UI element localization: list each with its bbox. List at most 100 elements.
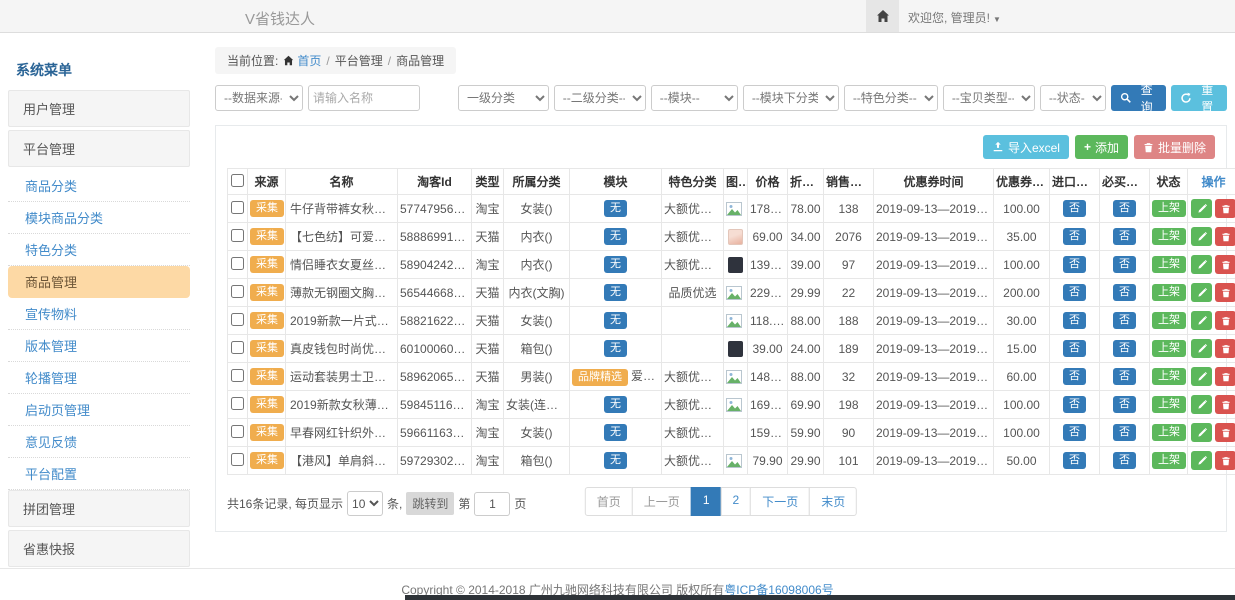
row-checkbox[interactable] — [231, 341, 244, 354]
delete-button[interactable] — [1215, 339, 1235, 358]
status-badge[interactable]: 上架 — [1152, 228, 1186, 245]
must-buy-badge[interactable]: 否 — [1113, 312, 1136, 329]
page-number-input[interactable] — [474, 492, 510, 516]
import-select-badge[interactable]: 否 — [1063, 396, 1086, 413]
status-badge[interactable]: 上架 — [1152, 396, 1186, 413]
filter-select-1[interactable]: 一级分类 — [458, 85, 549, 111]
must-buy-badge[interactable]: 否 — [1113, 396, 1136, 413]
edit-button[interactable] — [1191, 227, 1212, 246]
page-item-1[interactable]: 1 — [691, 487, 722, 516]
batch-delete-button[interactable]: 批量删除 — [1134, 135, 1215, 159]
row-checkbox[interactable] — [231, 313, 244, 326]
edit-button[interactable] — [1191, 395, 1212, 414]
page-item-末页[interactable]: 末页 — [809, 487, 857, 516]
row-checkbox[interactable] — [231, 201, 244, 214]
must-buy-badge[interactable]: 否 — [1113, 256, 1136, 273]
delete-button[interactable] — [1215, 199, 1235, 218]
sidebar-item-用户管理[interactable]: 用户管理 — [8, 90, 190, 127]
must-buy-badge[interactable]: 否 — [1113, 284, 1136, 301]
sidebar-item-商品管理[interactable]: 商品管理 — [8, 266, 190, 298]
module-badge[interactable]: 无 — [604, 284, 627, 301]
add-button[interactable]: + 添加 — [1075, 135, 1128, 159]
page-item-2[interactable]: 2 — [721, 487, 752, 516]
name-search-input[interactable] — [308, 85, 420, 111]
module-badge[interactable]: 无 — [604, 424, 627, 441]
filter-select-2[interactable]: --二级分类-- — [554, 85, 646, 111]
edit-button[interactable] — [1191, 339, 1212, 358]
filter-select-3[interactable]: --模块-- — [651, 85, 738, 111]
edit-button[interactable] — [1191, 311, 1212, 330]
must-buy-badge[interactable]: 否 — [1113, 200, 1136, 217]
row-checkbox[interactable] — [231, 397, 244, 410]
delete-button[interactable] — [1215, 227, 1235, 246]
module-badge[interactable]: 无 — [604, 452, 627, 469]
reset-button[interactable]: 重置 — [1171, 85, 1227, 111]
sidebar-item-模块商品分类[interactable]: 模块商品分类 — [8, 202, 190, 234]
delete-button[interactable] — [1215, 395, 1235, 414]
per-page-select[interactable]: 10 — [347, 491, 383, 516]
sidebar-item-版本管理[interactable]: 版本管理 — [8, 330, 190, 362]
import-select-badge[interactable]: 否 — [1063, 284, 1086, 301]
import-select-badge[interactable]: 否 — [1063, 340, 1086, 357]
edit-button[interactable] — [1191, 283, 1212, 302]
delete-button[interactable] — [1215, 255, 1235, 274]
module-badge[interactable]: 无 — [604, 228, 627, 245]
must-buy-badge[interactable]: 否 — [1113, 228, 1136, 245]
filter-select-5[interactable]: --特色分类-- — [844, 85, 938, 111]
import-select-badge[interactable]: 否 — [1063, 228, 1086, 245]
import-excel-button[interactable]: 导入excel — [983, 135, 1069, 159]
must-buy-badge[interactable]: 否 — [1113, 368, 1136, 385]
breadcrumb-home-link[interactable]: 首页 — [283, 52, 321, 69]
delete-button[interactable] — [1215, 311, 1235, 330]
sidebar-item-特色分类[interactable]: 特色分类 — [8, 234, 190, 266]
jump-button[interactable]: 跳转到 — [406, 492, 454, 515]
user-menu[interactable]: 欢迎您, 管理员!▼ — [908, 9, 1001, 26]
status-badge[interactable]: 上架 — [1152, 452, 1186, 469]
status-badge[interactable]: 上架 — [1152, 424, 1186, 441]
filter-select-0[interactable]: --数据来源-- — [215, 85, 303, 111]
status-badge[interactable]: 上架 — [1152, 368, 1186, 385]
filter-select-7[interactable]: --状态-- — [1040, 85, 1106, 111]
import-select-badge[interactable]: 否 — [1063, 452, 1086, 469]
filter-select-6[interactable]: --宝贝类型-- — [943, 85, 1035, 111]
status-badge[interactable]: 上架 — [1152, 312, 1186, 329]
import-select-badge[interactable]: 否 — [1063, 312, 1086, 329]
import-select-badge[interactable]: 否 — [1063, 200, 1086, 217]
import-select-badge[interactable]: 否 — [1063, 256, 1086, 273]
delete-button[interactable] — [1215, 283, 1235, 302]
home-button[interactable] — [866, 0, 899, 32]
sidebar-item-轮播管理[interactable]: 轮播管理 — [8, 362, 190, 394]
status-badge[interactable]: 上架 — [1152, 256, 1186, 273]
import-select-badge[interactable]: 否 — [1063, 424, 1086, 441]
delete-button[interactable] — [1215, 423, 1235, 442]
sidebar-item-平台管理[interactable]: 平台管理 — [8, 130, 190, 167]
page-item-下一页[interactable]: 下一页 — [750, 487, 810, 516]
import-select-badge[interactable]: 否 — [1063, 368, 1086, 385]
sidebar-item-宣传物料[interactable]: 宣传物料 — [8, 298, 190, 330]
sidebar-item-意见反馈[interactable]: 意见反馈 — [8, 426, 190, 458]
delete-button[interactable] — [1215, 451, 1235, 470]
edit-button[interactable] — [1191, 423, 1212, 442]
edit-button[interactable] — [1191, 199, 1212, 218]
sidebar-item-商品分类[interactable]: 商品分类 — [8, 170, 190, 202]
sidebar-item-平台配置[interactable]: 平台配置 — [8, 458, 190, 490]
row-checkbox[interactable] — [231, 453, 244, 466]
sidebar-item-拼团管理[interactable]: 拼团管理 — [8, 490, 190, 527]
module-badge[interactable]: 无 — [604, 396, 627, 413]
row-checkbox[interactable] — [231, 369, 244, 382]
sidebar-item-启动页管理[interactable]: 启动页管理 — [8, 394, 190, 426]
select-all-checkbox[interactable] — [231, 174, 244, 187]
row-checkbox[interactable] — [231, 285, 244, 298]
must-buy-badge[interactable]: 否 — [1113, 452, 1136, 469]
module-badge[interactable]: 品牌精选 — [572, 369, 628, 386]
module-badge[interactable]: 无 — [604, 312, 627, 329]
must-buy-badge[interactable]: 否 — [1113, 424, 1136, 441]
module-badge[interactable]: 无 — [604, 340, 627, 357]
module-badge[interactable]: 无 — [604, 256, 627, 273]
status-badge[interactable]: 上架 — [1152, 284, 1186, 301]
edit-button[interactable] — [1191, 451, 1212, 470]
filter-select-4[interactable]: --模块下分类-- — [743, 85, 839, 111]
module-badge[interactable]: 无 — [604, 200, 627, 217]
row-checkbox[interactable] — [231, 425, 244, 438]
edit-button[interactable] — [1191, 367, 1212, 386]
